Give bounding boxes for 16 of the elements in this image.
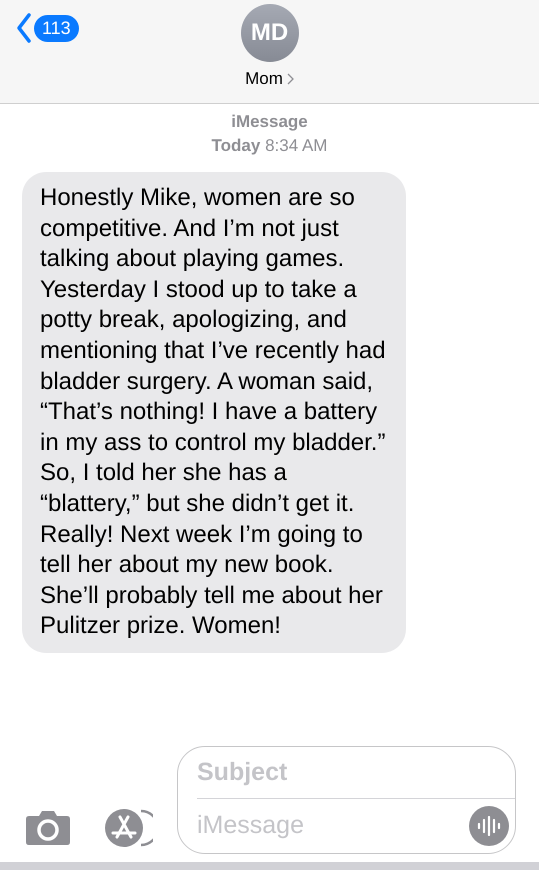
contact-name-button[interactable]: Mom [245,66,294,92]
message-composer[interactable]: Subject iMessage [177,746,516,854]
service-label: iMessage [231,111,308,133]
unread-badge: 113 [34,14,79,42]
waveform-icon [477,816,501,836]
message-field[interactable]: iMessage [197,807,469,845]
timestamp: Today 8:34 AM [212,135,328,157]
back-chevron-icon [16,12,32,44]
chevron-right-icon [286,72,294,85]
contact-avatar[interactable]: MD [240,4,298,62]
message-bubble: Honestly Mike, women are so competitive. And I’m not just talking about playing games. Yesterday I stood up to take a potty break, apologizing, and mentioning that I’ve recently had bladder surgery. A woman said, “That’s nothing! I have a battery in my ass to control my bladder.” So, I told her she has a “blattery,” but she didn’t get it. Really! Next week I’m going to tell her about my new book. She’ll probably tell me about her Pulitzer prize. Women! [22,172,406,653]
camera-icon [25,810,71,846]
subject-field[interactable]: Subject [197,747,515,799]
back-button[interactable]: 113 [16,12,79,44]
camera-button[interactable] [25,810,71,846]
voice-button[interactable] [469,806,509,846]
